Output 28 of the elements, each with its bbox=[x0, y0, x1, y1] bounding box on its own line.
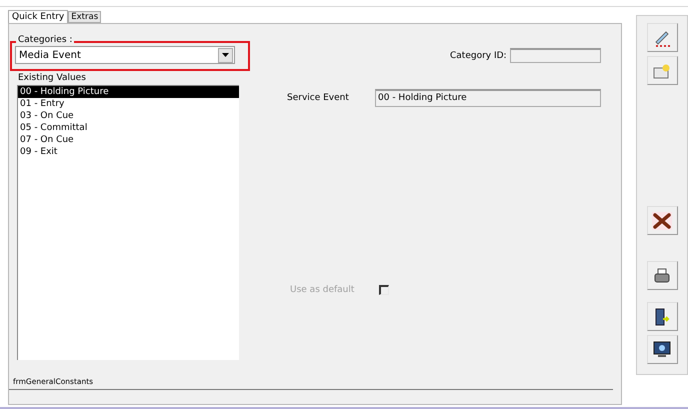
list-item[interactable]: 01 - Entry bbox=[18, 98, 239, 110]
door-exit-icon bbox=[654, 308, 670, 326]
service-event-field[interactable]: 00 - Holding Picture bbox=[375, 89, 601, 107]
categories-label: Categories : bbox=[16, 35, 74, 45]
printer-icon bbox=[654, 268, 670, 284]
screen-button[interactable] bbox=[646, 335, 678, 364]
service-event-label: Service Event bbox=[287, 93, 350, 103]
existing-values-label: Existing Values bbox=[18, 73, 87, 83]
delete-icon bbox=[652, 212, 672, 230]
caret-icon bbox=[222, 53, 229, 57]
new-button[interactable] bbox=[646, 56, 678, 85]
use-as-default-label: Use as default bbox=[290, 285, 356, 295]
print-button[interactable] bbox=[646, 261, 678, 290]
list-item[interactable]: 07 - On Cue bbox=[18, 134, 239, 146]
exit-button[interactable] bbox=[646, 302, 678, 331]
list-item[interactable]: 00 - Holding Picture bbox=[18, 86, 239, 98]
category-id-field[interactable] bbox=[510, 48, 601, 63]
category-id-label: Category ID: bbox=[450, 50, 507, 60]
monitor-icon bbox=[653, 341, 671, 358]
categories-dropdown[interactable]: Media Event bbox=[15, 46, 235, 64]
pencil-icon bbox=[653, 28, 671, 46]
list-item[interactable]: 05 - Committal bbox=[18, 122, 239, 134]
list-item[interactable]: 03 - On Cue bbox=[18, 110, 239, 122]
list-item[interactable]: 09 - Exit bbox=[18, 146, 239, 158]
edit-button[interactable] bbox=[646, 23, 678, 52]
delete-button[interactable] bbox=[646, 206, 678, 235]
tab[interactable]: Quick Entry bbox=[8, 10, 68, 23]
tab[interactable]: Extras bbox=[68, 11, 102, 23]
